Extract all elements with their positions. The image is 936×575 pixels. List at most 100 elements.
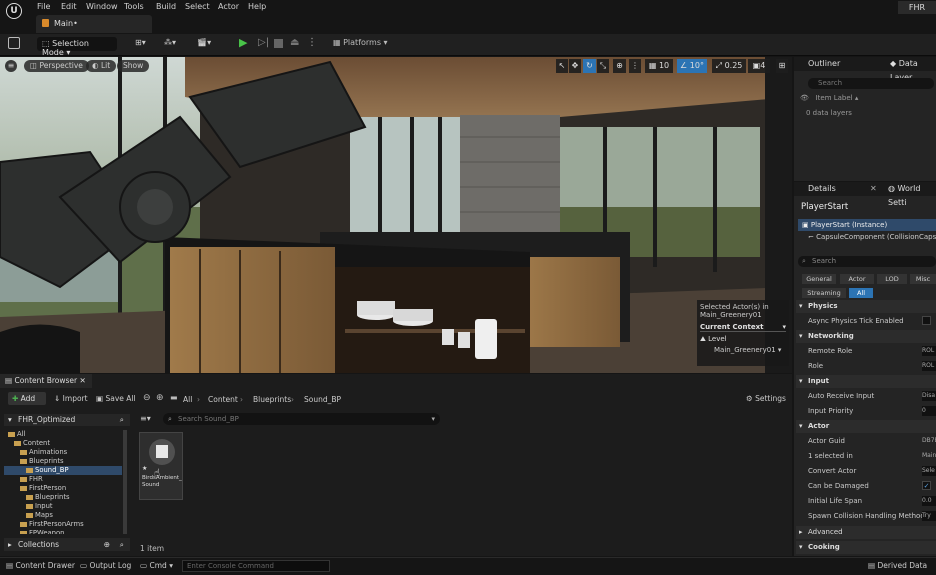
async-physics-checkbox[interactable] — [922, 316, 931, 325]
scale-tool-icon[interactable]: ⤡ — [597, 59, 609, 73]
output-log-button[interactable]: ▭ Output Log — [80, 561, 131, 570]
scale-snap-button[interactable]: ⤢ 0.25 — [712, 59, 746, 73]
breadcrumb-sound-bp[interactable]: Sound_BP — [304, 395, 341, 404]
tree-item[interactable]: Input — [4, 502, 122, 511]
tree-item[interactable]: Animations — [4, 448, 122, 457]
tree-item[interactable]: Content — [4, 439, 122, 448]
menu-actor[interactable]: Actor — [218, 2, 239, 11]
role-dropdown[interactable]: ROL — [922, 361, 936, 371]
grid-snap-button[interactable]: ▦ 10 — [645, 59, 673, 73]
can-be-damaged-checkbox[interactable]: ✓ — [922, 481, 931, 490]
lit-button[interactable]: ◐ Lit — [86, 60, 117, 72]
search-icon[interactable]: ⌕ — [120, 538, 124, 551]
menu-help[interactable]: Help — [248, 2, 266, 11]
tree-scrollbar[interactable] — [123, 430, 127, 534]
convert-actor-dropdown[interactable]: Sele — [922, 466, 936, 476]
add-collection-icon[interactable]: ⊕ — [104, 538, 110, 551]
current-context-header[interactable]: Current Context ▾ — [700, 323, 786, 332]
forward-icon[interactable]: ⊕ — [156, 393, 164, 403]
select-tool-icon[interactable]: ↖ — [556, 59, 568, 73]
outliner-column-header[interactable]: 👁︎ Item Label ▴ — [800, 94, 858, 102]
tree-item[interactable]: Sound_BP — [4, 466, 122, 475]
section-physics[interactable]: ▾ Physics — [796, 300, 936, 313]
filter-general[interactable]: General — [802, 274, 836, 284]
rotate-tool-icon[interactable]: ↻ — [583, 59, 596, 73]
section-advanced[interactable]: ▸ Advanced — [796, 526, 936, 539]
surface-snap-icon[interactable]: ⋮ — [629, 59, 641, 73]
tab-world-settings[interactable]: ◍ World Setti — [888, 182, 936, 210]
input-priority-field[interactable]: 0 — [922, 406, 936, 416]
instance-row[interactable]: ▣ PlayerStart (Instance) — [798, 219, 936, 231]
cmd-dropdown[interactable]: ▭ Cmd ▾ — [140, 561, 173, 570]
section-networking[interactable]: ▾ Networking — [796, 330, 936, 343]
console-command-input[interactable]: Enter Console Command — [182, 560, 330, 572]
menu-tools[interactable]: Tools — [124, 2, 144, 11]
tree-item[interactable]: FHR — [4, 475, 122, 484]
menu-select[interactable]: Select — [185, 2, 210, 11]
viewport-layout-icon[interactable]: ⊞ — [776, 59, 788, 73]
tree-item[interactable]: FPWeapon — [4, 529, 122, 534]
initial-life-span-field[interactable]: 0.0 — [922, 496, 936, 506]
outliner-search-input[interactable]: Search — [808, 78, 934, 89]
tab-content-browser[interactable]: ▤ Content Browser ✕ — [0, 374, 92, 388]
tree-item[interactable]: Blueprints — [4, 493, 122, 502]
perspective-button[interactable]: ◫ Perspective — [24, 60, 89, 72]
asset-tile[interactable]: ★ BirdsAmbient_Sound — [139, 432, 183, 500]
unreal-logo-icon[interactable]: U — [6, 3, 22, 19]
section-cooking[interactable]: ▾ Cooking — [796, 541, 936, 554]
cinematics-icon[interactable]: 🎬︎▾ — [197, 38, 211, 52]
step-icon[interactable]: ▷| — [258, 37, 269, 51]
asset-search-input[interactable]: ⌕ Search Sound_BP ▾ — [163, 413, 440, 425]
filter-actor[interactable]: Actor — [840, 274, 874, 284]
translate-tool-icon[interactable]: ✥ — [569, 59, 581, 73]
close-icon[interactable]: ✕ — [870, 182, 877, 196]
add-button[interactable]: ✚ Add — [8, 392, 46, 405]
camera-speed-button[interactable]: ▣4 — [748, 59, 770, 73]
favorite-star-icon[interactable]: ★ — [142, 465, 147, 472]
blueprint-icon[interactable]: ⁂▾ — [164, 38, 176, 52]
platforms-dropdown[interactable]: ▦ Platforms ▾ — [333, 38, 388, 52]
collections-header[interactable]: ▸ Collections ⊕ ⌕ — [4, 538, 130, 551]
level-value[interactable]: Main_Greenery01 ▾ — [700, 346, 786, 354]
auto-receive-input-dropdown[interactable]: Disa — [922, 391, 936, 401]
remote-role-dropdown[interactable]: ROL — [922, 346, 936, 356]
tab-details[interactable]: Details — [808, 184, 836, 193]
back-icon[interactable]: ⊖ — [143, 393, 151, 403]
tree-item[interactable]: FirstPerson — [4, 484, 122, 493]
play-icon[interactable]: ▶ — [239, 36, 247, 50]
filter-misc[interactable]: Misc — [910, 274, 936, 284]
tree-item[interactable]: All — [4, 430, 122, 439]
component-row[interactable]: ⌐ CapsuleComponent (CollisionCaps — [808, 233, 936, 241]
filter-streaming[interactable]: Streaming — [802, 288, 846, 298]
import-button[interactable]: ⇓ Import — [54, 394, 88, 403]
project-header[interactable]: ▾ FHR_Optimized ⌕ — [4, 414, 130, 426]
details-search-input[interactable]: ⌕ Search — [798, 256, 936, 267]
tab-outliner[interactable]: Outliner — [808, 59, 840, 68]
tab-main-level[interactable]: Main• — [36, 15, 152, 33]
show-button[interactable]: Show — [117, 60, 150, 72]
world-space-icon[interactable]: ⊕ — [613, 59, 626, 73]
menu-file[interactable]: File — [37, 2, 50, 11]
filter-icon[interactable]: ≡▾ — [140, 414, 151, 423]
derived-data-button[interactable]: ▤ Derived Data — [868, 561, 927, 570]
settings-button[interactable]: ⚙ Settings — [746, 394, 786, 403]
save-icon[interactable] — [8, 37, 20, 49]
content-drawer-button[interactable]: ▤ Content Drawer — [6, 561, 75, 570]
angle-snap-button[interactable]: ∠ 10° — [677, 59, 707, 73]
menu-edit[interactable]: Edit — [61, 2, 77, 11]
filter-lod[interactable]: LOD — [877, 274, 907, 284]
filter-all[interactable]: All — [849, 288, 873, 298]
search-icon[interactable]: ⌕ — [120, 414, 124, 426]
spawn-collision-dropdown[interactable]: Try — [922, 511, 936, 521]
breadcrumb-blueprints[interactable]: Blueprints — [253, 395, 291, 404]
section-input[interactable]: ▾ Input — [796, 375, 936, 388]
tree-item[interactable]: Maps — [4, 511, 122, 520]
actor-name[interactable]: PlayerStart — [801, 202, 848, 212]
eject-icon[interactable]: ⏏ — [290, 37, 299, 51]
stop-icon[interactable] — [274, 39, 283, 48]
breadcrumb-all[interactable]: All — [183, 395, 192, 404]
save-all-button[interactable]: ▣ Save All — [96, 394, 136, 403]
add-actor-icon[interactable]: ⊞▾ — [135, 38, 146, 52]
viewport-menu-icon[interactable]: ≡ — [5, 60, 17, 72]
more-options-icon[interactable]: ⋮ — [307, 37, 317, 51]
